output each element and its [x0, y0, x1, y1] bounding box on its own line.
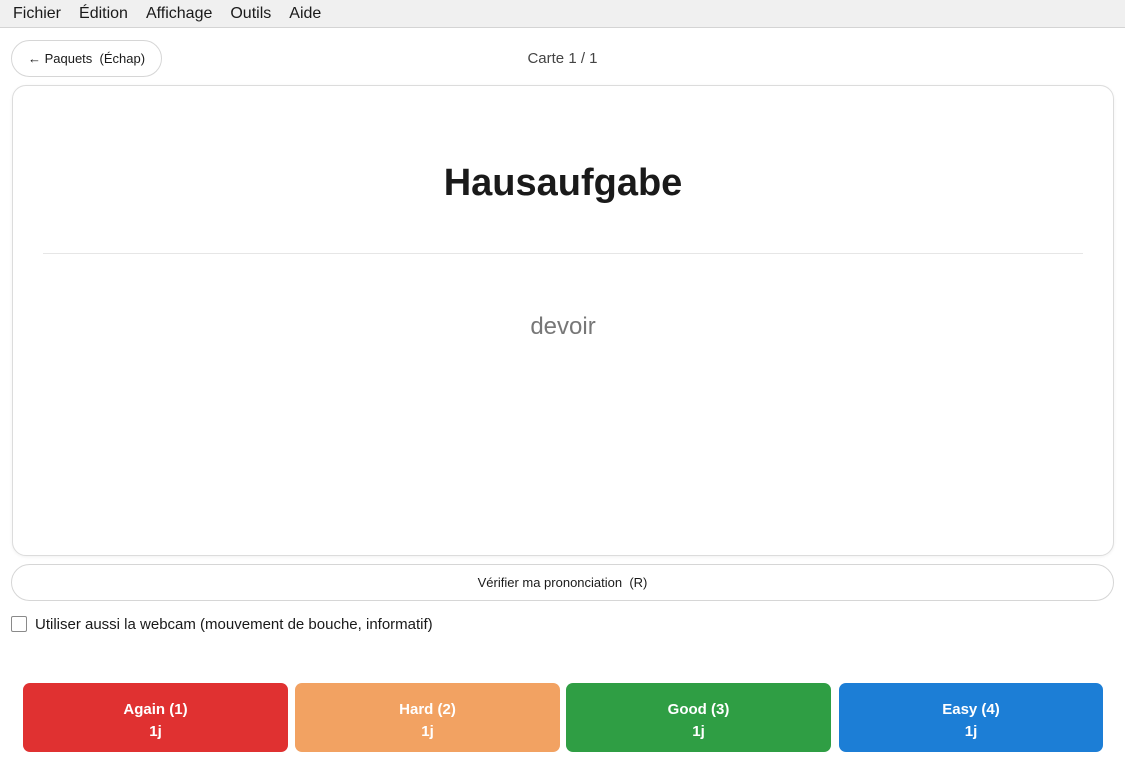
- hard-button[interactable]: Hard (2) 1j: [295, 683, 560, 752]
- good-button[interactable]: Good (3) 1j: [566, 683, 831, 752]
- menu-bar: Fichier Édition Affichage Outils Aide: [0, 0, 1125, 28]
- easy-label: Easy (4): [942, 701, 1000, 718]
- check-pronunciation-button[interactable]: Vérifier ma prononciation (R): [11, 564, 1114, 601]
- easy-button[interactable]: Easy (4) 1j: [839, 683, 1103, 752]
- menu-affichage[interactable]: Affichage: [137, 0, 221, 28]
- card-back-text: devoir: [530, 313, 596, 340]
- good-label: Good (3): [667, 701, 730, 718]
- hard-interval: 1j: [421, 723, 434, 740]
- webcam-label: Utiliser aussi la webcam (mouvement de b…: [35, 615, 433, 633]
- webcam-checkbox[interactable]: [11, 616, 27, 632]
- card-front-text: Hausaufgabe: [443, 162, 683, 204]
- menu-edition[interactable]: Édition: [70, 0, 137, 28]
- again-button[interactable]: Again (1) 1j: [23, 683, 288, 752]
- card-counter: Carte 1 / 1: [527, 50, 598, 67]
- easy-interval: 1j: [964, 723, 978, 740]
- again-interval: 1j: [149, 723, 162, 740]
- webcam-option[interactable]: Utiliser aussi la webcam (mouvement de b…: [11, 614, 433, 634]
- menu-aide[interactable]: Aide: [280, 0, 330, 28]
- answer-buttons: Again (1) 1j Hard (2) 1j Good (3) 1j Eas…: [23, 683, 1103, 752]
- hard-label: Hard (2): [399, 701, 456, 718]
- card-divider: [43, 253, 1083, 254]
- menu-fichier[interactable]: Fichier: [4, 0, 70, 28]
- flashcard: Hausaufgabe devoir: [12, 85, 1114, 556]
- good-interval: 1j: [692, 723, 705, 740]
- menu-outils[interactable]: Outils: [221, 0, 280, 28]
- again-label: Again (1): [123, 701, 188, 718]
